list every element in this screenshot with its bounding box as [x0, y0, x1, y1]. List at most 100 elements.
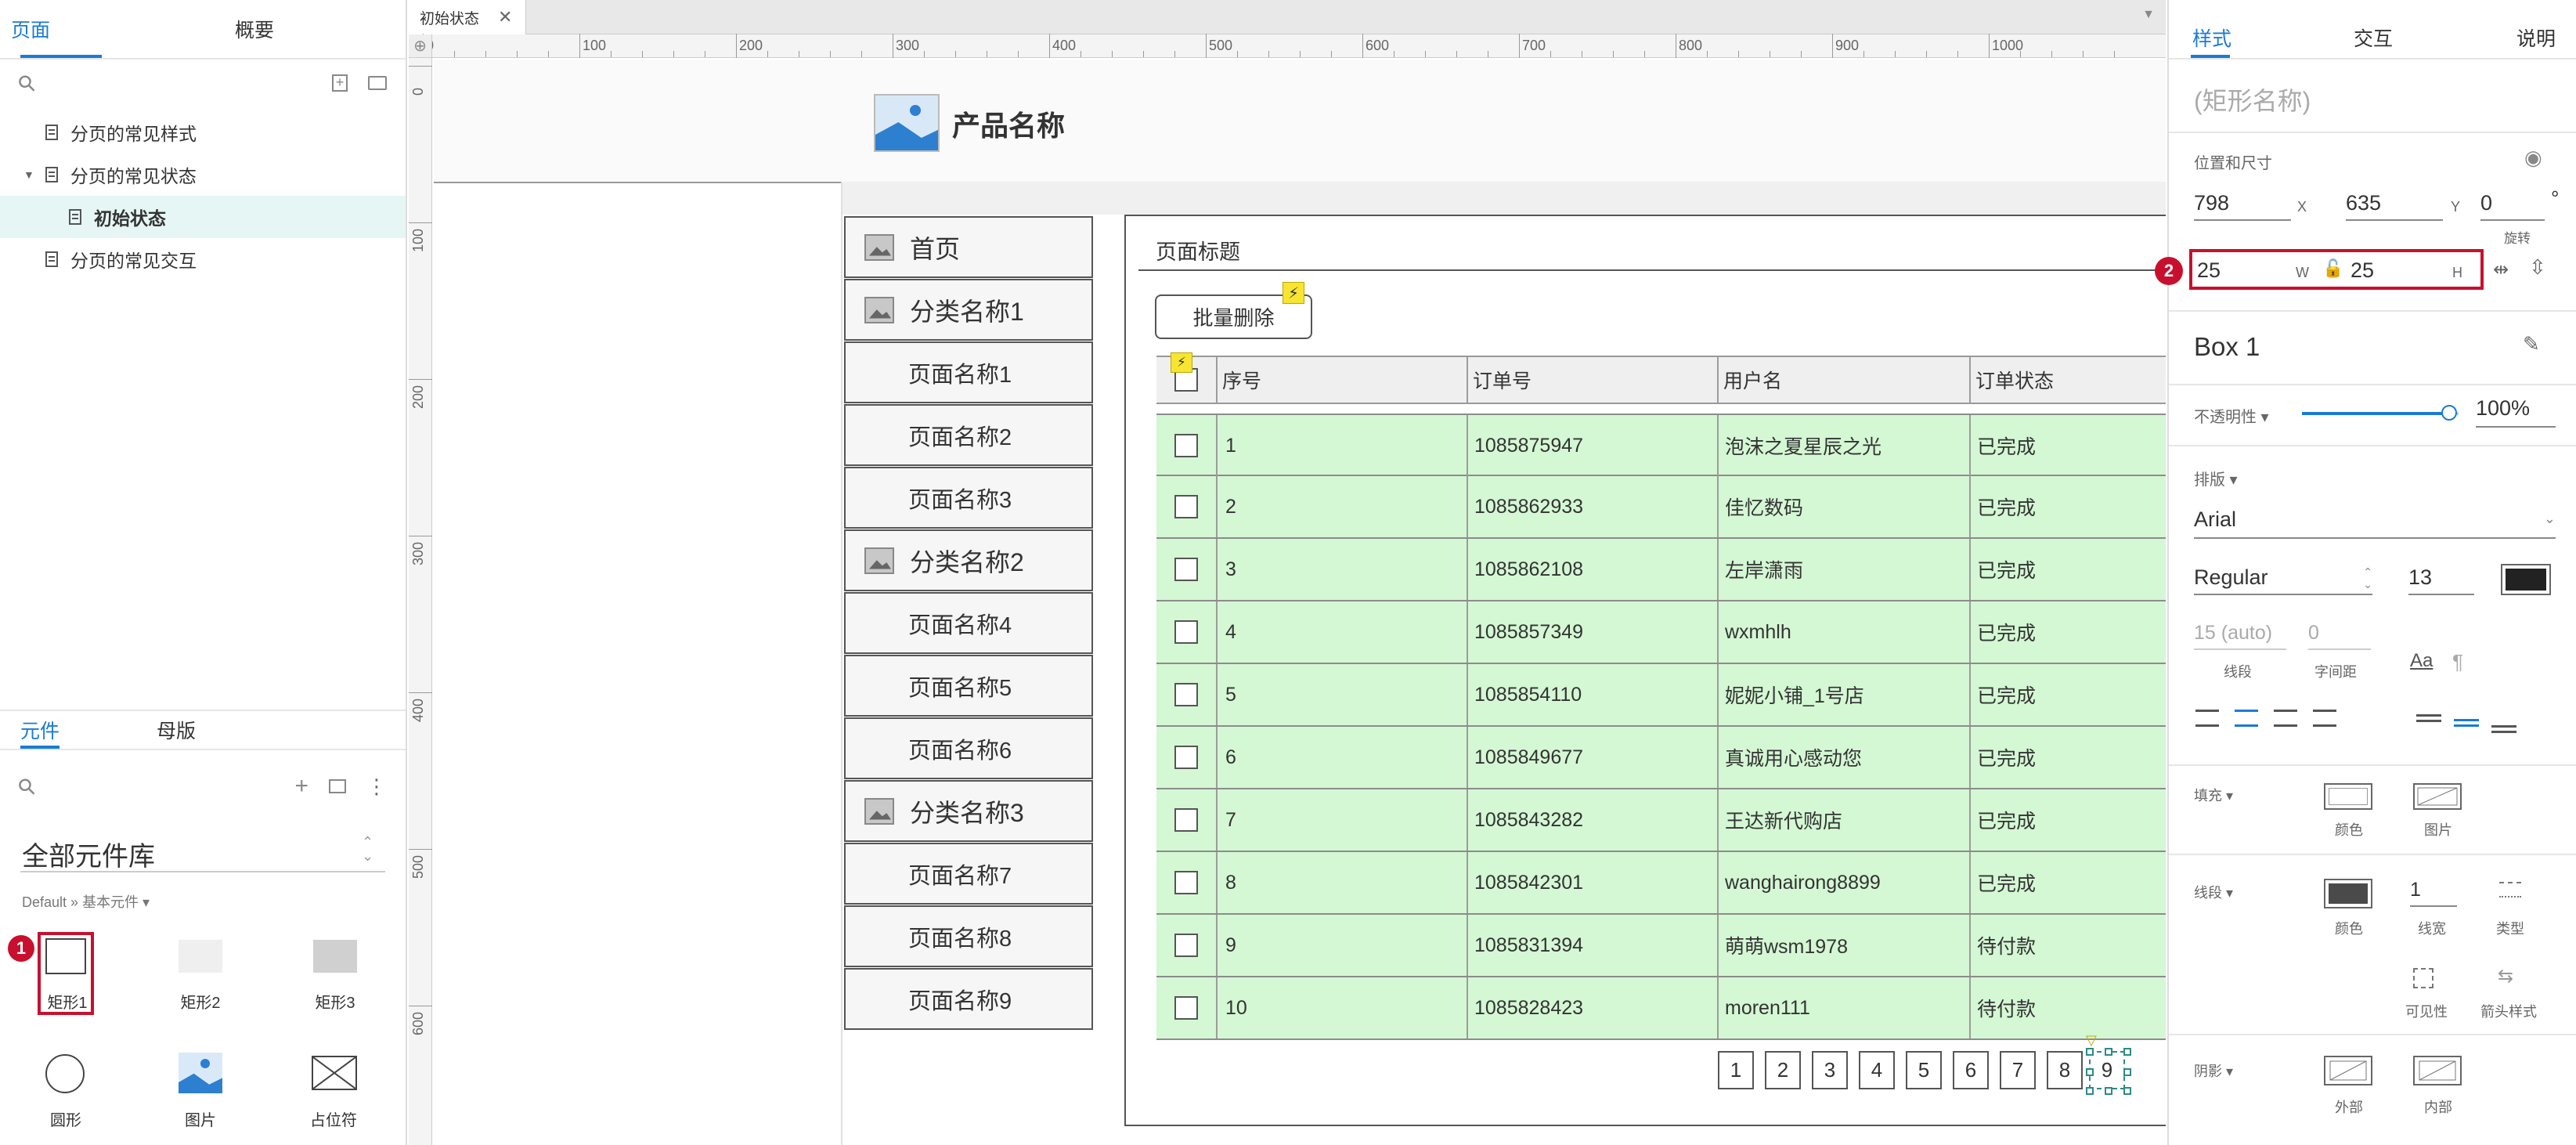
- fit-width-icon[interactable]: ⇹: [2493, 258, 2509, 281]
- widget-circle-label[interactable]: 圆形: [42, 1107, 89, 1130]
- page-button[interactable]: 3: [1812, 1051, 1848, 1089]
- widget-image-label[interactable]: 图片: [177, 1107, 224, 1130]
- column-header[interactable]: 用户名: [1719, 357, 1971, 403]
- canvas-area[interactable]: 初始状态✕ ▼ 01002003004005006007008009001000…: [409, 0, 2166, 1145]
- search-icon[interactable]: ⚲: [12, 771, 41, 801]
- font-select[interactable]: Arial ⌄: [2194, 507, 2556, 539]
- fill-image-icon[interactable]: [2413, 783, 2462, 810]
- table-row[interactable]: 71085843282王达新代购店已完成2019–11–25 22:22:20实…: [1156, 789, 2166, 852]
- table-row[interactable]: 81085842301wanghairong8899已完成2019–11–25 …: [1156, 852, 2166, 915]
- nav-category[interactable]: 分类名称1: [844, 279, 1093, 341]
- table-row[interactable]: 41085857349wxmhlh已完成2019–11–25 23:02:07虚…: [1156, 601, 2166, 664]
- style-name[interactable]: Box 1: [2194, 332, 2260, 362]
- shape-name-input[interactable]: (矩形名称): [2194, 81, 2311, 117]
- lock-open-icon[interactable]: 🔓: [2322, 258, 2343, 279]
- text-style-icon[interactable]: ¶: [2452, 650, 2463, 674]
- fit-height-icon[interactable]: ⇳: [2529, 255, 2546, 280]
- resize-handle[interactable]: [2105, 1087, 2112, 1095]
- page-button-selected[interactable]: 9 ▽: [2086, 1032, 2131, 1095]
- opacity-input[interactable]: 100%: [2476, 396, 2556, 428]
- valign-top-icon[interactable]: [2416, 714, 2441, 722]
- font-weight-select[interactable]: Regular ⌃ ⌄: [2194, 565, 2372, 595]
- row-checkbox[interactable]: [1174, 620, 1198, 644]
- opacity-slider[interactable]: [2302, 405, 2459, 421]
- nav-page[interactable]: 页面名称5: [844, 655, 1093, 717]
- page-button[interactable]: 2: [1765, 1051, 1801, 1089]
- rotation-input[interactable]: 0: [2480, 191, 2545, 221]
- widget-rect3-label[interactable]: 矩形3: [312, 990, 359, 1013]
- table-row[interactable]: 61085849677真诚用心感动您已完成2019–11–25 22:29:38…: [1156, 727, 2166, 789]
- row-checkbox[interactable]: [1174, 934, 1198, 957]
- valign-bottom-icon[interactable]: [2491, 725, 2516, 733]
- search-icon[interactable]: ⚲: [12, 68, 41, 98]
- nav-category[interactable]: 首页: [844, 216, 1093, 278]
- widget-image-icon[interactable]: [179, 1053, 222, 1093]
- widget-placeholder-icon[interactable]: [312, 1056, 357, 1090]
- table-row[interactable]: 21085862933佳忆数码已完成2019–11–25 23:54:33虚拟订…: [1156, 476, 2166, 539]
- add-icon[interactable]: +: [294, 773, 308, 800]
- border-type-icon[interactable]: [2499, 882, 2521, 898]
- valign-middle-icon[interactable]: [2454, 719, 2479, 727]
- page-button[interactable]: 4: [1859, 1051, 1895, 1089]
- align-right-icon[interactable]: [2274, 710, 2297, 727]
- resize-handle[interactable]: [2123, 1048, 2131, 1056]
- widget-rect1-label[interactable]: 矩形1: [44, 990, 91, 1013]
- table-row[interactable]: 91085831394萌萌wsm1978待付款2019–11–25 22:15:…: [1156, 915, 2166, 977]
- nav-page[interactable]: 页面名称2: [844, 404, 1093, 466]
- row-checkbox[interactable]: [1174, 683, 1198, 706]
- nav-category[interactable]: 分类名称3: [844, 780, 1093, 842]
- widget-rect1-icon[interactable]: [45, 938, 86, 974]
- table-row[interactable]: 51085854110妮妮小铺_1号店已完成2019–11–25 22:46:5…: [1156, 664, 2166, 727]
- line-height-input[interactable]: 15 (auto): [2194, 622, 2286, 650]
- nav-page[interactable]: 页面名称9: [844, 968, 1093, 1030]
- tab-masters[interactable]: 母版: [78, 711, 274, 749]
- add-page-icon[interactable]: +: [332, 74, 348, 92]
- font-size-input[interactable]: 13: [2408, 565, 2474, 595]
- shadow-outer-icon[interactable]: [2324, 1056, 2372, 1085]
- nav-page[interactable]: 页面名称3: [844, 467, 1093, 529]
- page-item-initial-state[interactable]: 初始状态: [0, 196, 406, 238]
- text-case-icon[interactable]: Aa: [2410, 650, 2433, 672]
- close-icon[interactable]: ✕: [498, 7, 512, 27]
- page-button[interactable]: 8: [2047, 1051, 2083, 1089]
- edit-style-icon[interactable]: ✎: [2523, 332, 2540, 356]
- resize-handle[interactable]: [2086, 1068, 2094, 1076]
- row-checkbox[interactable]: [1174, 808, 1198, 832]
- align-justify-icon[interactable]: [2313, 710, 2336, 727]
- widget-rect2-icon[interactable]: [179, 940, 222, 973]
- widget-rect3-icon[interactable]: [313, 940, 357, 973]
- arrow-style-icon[interactable]: ⇆: [2498, 965, 2513, 988]
- page-item-states[interactable]: ▼ 分页的常见状态: [0, 154, 406, 196]
- tab-notes[interactable]: 说明: [2516, 23, 2556, 52]
- page-button[interactable]: 5: [1906, 1051, 1942, 1089]
- align-left-icon[interactable]: [2195, 710, 2219, 727]
- column-header[interactable]: 订单状态: [1971, 357, 2166, 403]
- nav-page[interactable]: 页面名称1: [844, 341, 1093, 403]
- table-row[interactable]: 31085862108左岸潇雨已完成2019–11–25 23:47:06实物订…: [1156, 539, 2166, 601]
- visibility-icon[interactable]: [2413, 968, 2433, 988]
- height-input[interactable]: 25: [2351, 258, 2444, 283]
- row-checkbox[interactable]: [1174, 871, 1198, 894]
- library-select-chevron-icon[interactable]: ⌃ ⌄: [362, 835, 373, 863]
- table-row[interactable]: 11085875947泡沫之夏星辰之光已完成2019–11–25 23:57:0…: [1156, 414, 2166, 476]
- page-button[interactable]: 7: [2000, 1051, 2036, 1089]
- tab-menu-chevron-icon[interactable]: ▼: [2142, 8, 2155, 22]
- fill-color-swatch[interactable]: [2324, 783, 2372, 810]
- canvas-tab[interactable]: 初始状态 ✕: [409, 0, 526, 34]
- row-checkbox[interactable]: [1174, 746, 1198, 769]
- eye-icon[interactable]: ◉: [2524, 146, 2542, 170]
- widget-placeholder-label[interactable]: 占位符: [310, 1107, 357, 1130]
- shadow-inner-icon[interactable]: [2413, 1056, 2462, 1085]
- widget-circle-icon[interactable]: [45, 1054, 85, 1093]
- nav-page[interactable]: 页面名称7: [844, 843, 1093, 905]
- library-name[interactable]: 全部元件库: [22, 835, 155, 873]
- resize-handle[interactable]: [2123, 1068, 2131, 1076]
- width-input[interactable]: 25: [2197, 258, 2291, 283]
- page-item-interactions[interactable]: 分页的常见交互: [0, 238, 406, 280]
- add-folder-icon[interactable]: [368, 76, 387, 90]
- tab-widgets[interactable]: 元件: [0, 711, 78, 749]
- resize-handle[interactable]: [2086, 1048, 2094, 1056]
- page-button[interactable]: 1: [1718, 1051, 1754, 1089]
- nav-page[interactable]: 页面名称6: [844, 717, 1093, 779]
- table-row[interactable]: 101085828423moren111待付款2019–11–25 22:13:…: [1156, 977, 2166, 1040]
